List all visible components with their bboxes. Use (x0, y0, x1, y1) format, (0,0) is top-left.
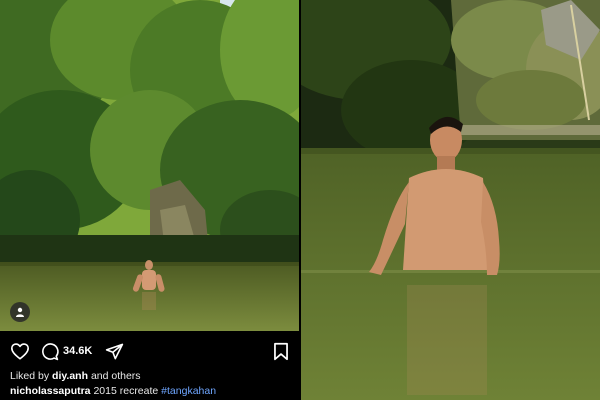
send-icon (105, 343, 124, 359)
user-tag-icon (16, 307, 24, 317)
caption-hashtag-link[interactable]: #tangkahan (161, 385, 216, 397)
post-photo-image (0, 0, 299, 331)
caption-line: nicholassaputra 2015 recreate #tangkahan (10, 384, 295, 399)
share-button[interactable] (105, 341, 125, 361)
user-tag-button[interactable] (10, 302, 30, 322)
liked-by-line: Liked by diy.anh and others (10, 369, 295, 384)
left-panel: 34.6K Liked by diy.anh and others nichol… (0, 0, 299, 400)
like-button[interactable] (10, 341, 30, 361)
post-action-bar: 34.6K (0, 331, 299, 369)
comment-icon (42, 342, 59, 360)
caption-text: 2015 recreate (93, 385, 159, 397)
post-photo-forest-river[interactable] (0, 0, 299, 331)
comment-count: 34.6K (63, 345, 93, 357)
liked-by-suffix[interactable]: and others (91, 370, 141, 382)
liked-by-prefix: Liked by (10, 370, 50, 382)
caption-username-link[interactable]: nicholassaputra (10, 385, 91, 397)
comment-button[interactable]: 34.6K (40, 341, 92, 361)
closeup-photo-image (301, 0, 600, 400)
post-caption-area: Liked by diy.anh and others nicholassapu… (10, 369, 295, 399)
heart-icon (11, 343, 29, 360)
right-photo-closeup (301, 0, 600, 400)
bookmark-icon (274, 342, 288, 360)
save-button[interactable] (273, 341, 289, 361)
liked-by-user-link[interactable]: diy.anh (52, 370, 88, 382)
